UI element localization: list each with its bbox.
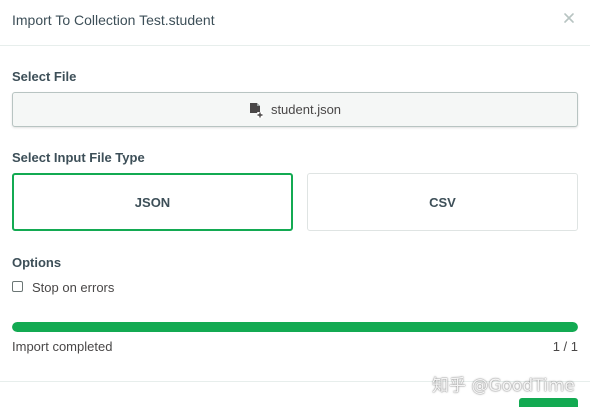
modal-title: Import To Collection Test.student (12, 12, 215, 28)
file-type-json-option[interactable]: JSON (12, 173, 293, 231)
file-type-csv-option[interactable]: CSV (307, 173, 578, 231)
selected-file-name: student.json (270, 102, 342, 117)
watermark: 知乎 @GoodTime (432, 376, 575, 396)
file-type-label: Select Input File Type (12, 150, 145, 165)
import-progress-bar (12, 322, 578, 332)
select-file-label: Select File (12, 69, 77, 84)
close-icon[interactable] (562, 11, 576, 25)
options-label: Options (12, 255, 62, 270)
stop-on-errors-label: Stop on errors (32, 279, 115, 295)
stop-on-errors-checkbox[interactable] (12, 280, 23, 292)
select-file-button[interactable]: student.json (12, 92, 578, 127)
done-button[interactable] (519, 398, 578, 407)
import-progress-fill (12, 322, 578, 332)
import-count: 1 / 1 (552, 339, 578, 354)
file-add-icon (249, 102, 263, 118)
stop-on-errors-row: Stop on errors (12, 278, 115, 295)
modal-header: Import To Collection Test.student (0, 0, 590, 46)
import-status: Import completed (12, 339, 113, 354)
